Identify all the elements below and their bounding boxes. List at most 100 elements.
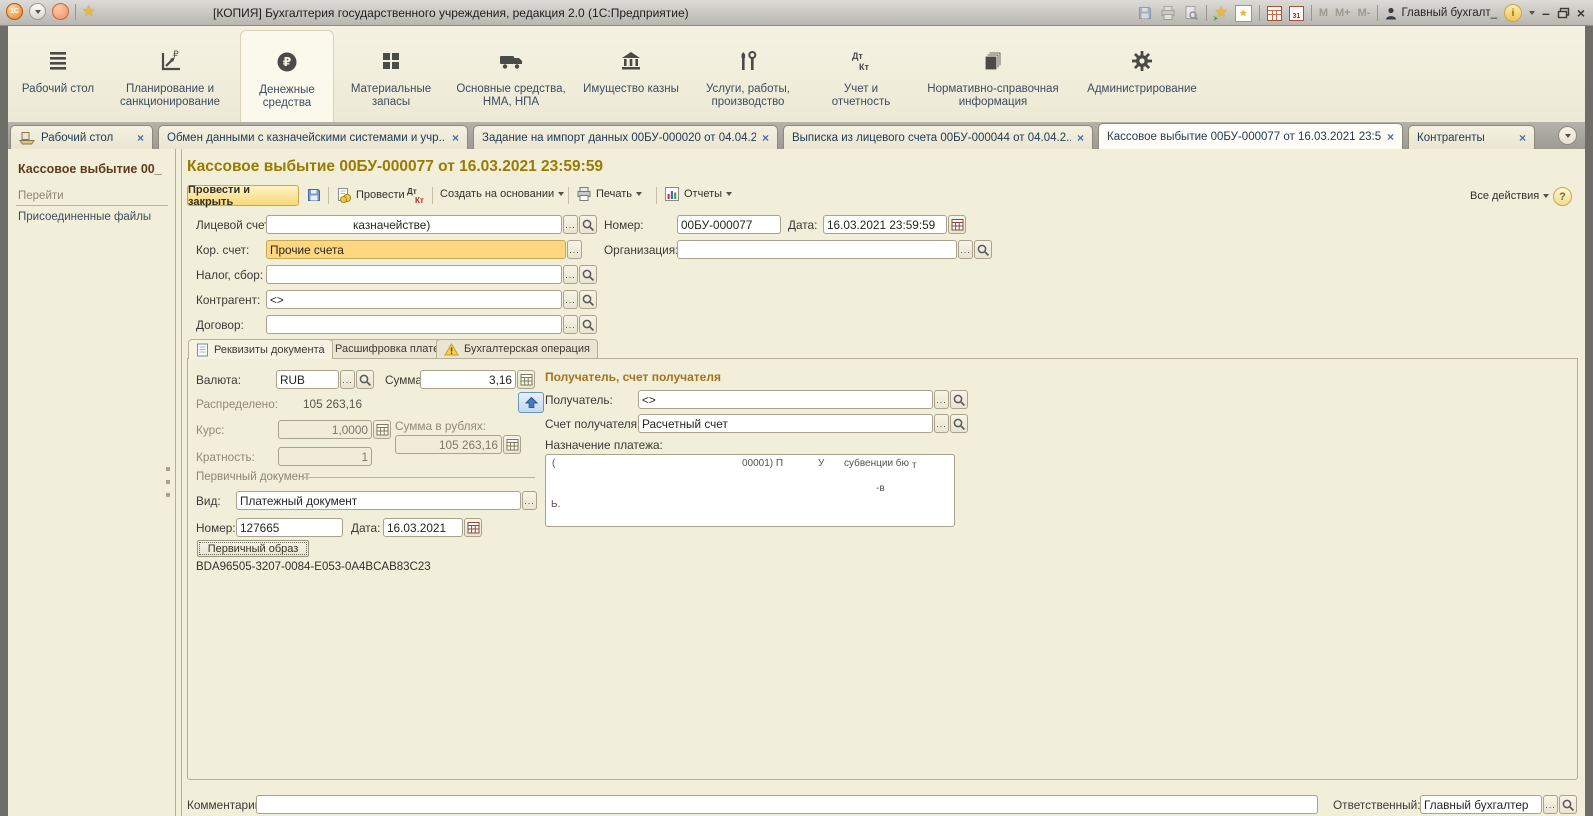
personal-account-input[interactable]	[266, 215, 562, 234]
calendar-icon	[951, 218, 964, 231]
tax-search-button[interactable]	[579, 265, 597, 284]
main-menu-button[interactable]	[29, 3, 46, 20]
memory-m-minus-button[interactable]: M-	[1358, 7, 1371, 19]
close-icon[interactable]: ×	[137, 132, 144, 144]
tab-document-requisites[interactable]: Реквизиты документа	[188, 339, 333, 359]
counterparty-select-button[interactable]: ...	[563, 290, 578, 309]
section-administration[interactable]: Администрирование	[1078, 26, 1206, 122]
splitter-line[interactable]	[175, 149, 176, 816]
tab-label: Бухгалтерская операция	[464, 343, 590, 355]
all-actions-button[interactable]: Все действия	[1470, 190, 1549, 202]
warning-icon	[444, 343, 459, 356]
favorites-star-icon[interactable]: ★	[82, 4, 95, 19]
section-label: Рабочий стол	[22, 83, 94, 96]
reports-button[interactable]: Отчеты	[664, 186, 732, 202]
tab-account-statement[interactable]: Выписка из лицевого счета 00БУ-000044 от…	[783, 125, 1093, 149]
section-desktop[interactable]: Рабочий стол	[16, 26, 100, 122]
current-user-button[interactable]: Главный бухгалт_	[1385, 7, 1497, 20]
tab-accounting-operation[interactable]: Бухгалтерская операция	[436, 339, 598, 358]
tab-treasury-exchange[interactable]: Обмен данными с казначейскими системами …	[158, 125, 468, 149]
post-and-close-button[interactable]: Провести и закрыть	[187, 185, 299, 206]
counterparty-search-button[interactable]	[579, 290, 597, 309]
contract-input[interactable]	[266, 315, 562, 334]
debit-credit-button[interactable]: ДтКт	[406, 186, 426, 204]
print-preview-icon[interactable]	[1183, 5, 1199, 21]
tab-cash-disposal[interactable]: Кассовое выбытие 00БУ-000077 от 16.03.20…	[1098, 123, 1403, 149]
chevron-down-icon	[636, 192, 642, 196]
minimize-button[interactable]: –	[1542, 6, 1550, 20]
section-accounting[interactable]: ДтКт Учет и отчетность	[814, 26, 908, 122]
personal-account-search-button[interactable]	[579, 215, 597, 234]
tab-list-dropdown-button[interactable]	[1558, 126, 1577, 145]
splitter-handle[interactable]	[166, 480, 170, 484]
section-treasury-property[interactable]: Имущество казны	[580, 26, 682, 122]
post-button[interactable]: Провести	[336, 187, 405, 203]
corr-account-input[interactable]	[266, 240, 566, 259]
section-planning[interactable]: ₽ Планирование и санкционирование	[106, 26, 234, 122]
restore-button[interactable]	[1557, 7, 1570, 19]
1c-logo-icon[interactable]: 1С	[6, 3, 23, 20]
close-icon[interactable]: ×	[1387, 131, 1394, 143]
corr-account-label: Кор. счет:	[196, 243, 249, 257]
personal-account-select-button[interactable]: ...	[563, 215, 578, 234]
separator	[568, 187, 569, 204]
organization-select-button[interactable]: ...	[958, 240, 973, 259]
quick-access-button[interactable]	[52, 3, 69, 20]
close-button[interactable]: ×	[1577, 6, 1585, 20]
section-fixed-assets[interactable]: Основные средства, НМА, НПА	[448, 26, 574, 122]
close-icon[interactable]: ×	[1077, 132, 1084, 144]
tab-counterparties[interactable]: Контрагенты ×	[1408, 125, 1535, 149]
sidebar-link-attached-files[interactable]: Присоединенные файлы	[18, 211, 151, 223]
organization-input[interactable]	[677, 240, 957, 259]
close-icon[interactable]: ×	[762, 132, 769, 144]
separator	[75, 4, 76, 20]
corr-account-select-button[interactable]: ...	[567, 240, 582, 259]
contract-select-button[interactable]: ...	[563, 315, 578, 334]
comment-input[interactable]	[256, 795, 1318, 814]
number-input[interactable]	[677, 215, 781, 234]
responsible-select-button[interactable]: ...	[1543, 795, 1558, 814]
info-icon[interactable]: i	[1504, 4, 1522, 22]
tax-select-button[interactable]: ...	[563, 265, 578, 284]
tax-input[interactable]	[266, 265, 562, 284]
responsible-input[interactable]	[1420, 795, 1542, 814]
tab-import-task[interactable]: Задание на импорт данных 00БУ-000020 от …	[473, 125, 778, 149]
splitter-handle[interactable]	[166, 493, 170, 497]
favorites-list-icon[interactable]: ★	[1235, 5, 1252, 22]
save-button[interactable]	[306, 187, 322, 203]
create-based-on-button[interactable]: Создать на основании	[440, 188, 564, 200]
tab-label: Обмен данными с казначейскими системами …	[167, 132, 446, 144]
tab-desktop[interactable]: Рабочий стол ×	[10, 125, 153, 149]
save-icon[interactable]	[1137, 5, 1153, 21]
add-favorite-icon[interactable]: ★	[1214, 4, 1227, 22]
close-icon[interactable]: ×	[452, 132, 459, 144]
search-icon	[1562, 799, 1574, 811]
counterparty-input[interactable]	[266, 290, 562, 309]
memory-m-plus-button[interactable]: M+	[1335, 7, 1351, 19]
info-dropdown-icon[interactable]	[1529, 11, 1535, 15]
search-icon	[582, 219, 594, 231]
print-button[interactable]: Печать	[576, 186, 642, 202]
ruble-coin-icon: ₽	[275, 49, 299, 75]
section-money[interactable]: ₽ Денежные средства	[240, 30, 334, 122]
responsible-search-button[interactable]	[1559, 795, 1577, 814]
calculator-icon[interactable]	[1267, 6, 1282, 21]
tools-icon	[736, 48, 760, 74]
splitter-line[interactable]	[181, 149, 182, 816]
section-services[interactable]: Услуги, работы, производство	[688, 26, 808, 122]
bank-icon	[619, 48, 643, 74]
date-calendar-button[interactable]	[948, 215, 966, 234]
date-input[interactable]	[823, 215, 947, 234]
help-button[interactable]: ?	[1553, 187, 1572, 206]
print-icon[interactable]	[1160, 5, 1176, 21]
close-icon[interactable]: ×	[1519, 132, 1526, 144]
gear-icon	[1130, 48, 1154, 74]
splitter-handle[interactable]	[166, 467, 170, 471]
section-inventory[interactable]: Материальные запасы	[340, 26, 442, 122]
organization-search-button[interactable]	[974, 240, 992, 259]
post-label: Провести	[356, 189, 405, 201]
calendar-icon[interactable]: 31	[1289, 6, 1304, 21]
section-reference-info[interactable]: Нормативно-справочная информация	[914, 26, 1072, 122]
memory-m-button[interactable]: M	[1319, 7, 1328, 19]
contract-search-button[interactable]	[579, 315, 597, 334]
